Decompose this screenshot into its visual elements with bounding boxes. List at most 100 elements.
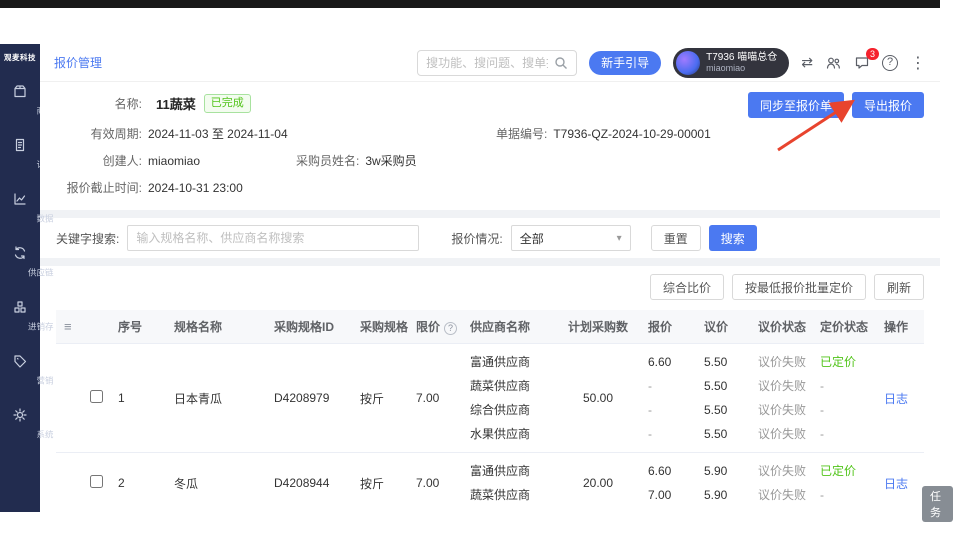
nego-status-cell: 议价失败 xyxy=(750,422,812,453)
blank-strip xyxy=(0,8,940,44)
contacts-icon[interactable] xyxy=(825,55,842,71)
user-account-chip[interactable]: T7936 喵喵总仓 miaomiao xyxy=(673,48,789,78)
sidebar-item-label: 数据 xyxy=(0,211,54,224)
limit-cell: 7.00 xyxy=(408,453,462,513)
expand-cell xyxy=(56,453,82,513)
status-badge: 已完成 xyxy=(204,94,251,113)
avatar xyxy=(676,51,700,75)
switch-account-icon[interactable]: ⇄ xyxy=(801,54,813,71)
quote-cell: - xyxy=(640,398,696,422)
app-logo[interactable]: 观麦科技 xyxy=(3,44,37,73)
log-action-cell: 日志 xyxy=(876,344,924,453)
user-subname: miaomiao xyxy=(706,63,777,73)
period-value: 2024-11-03 至 2024-11-04 xyxy=(148,125,288,142)
deadline-label: 报价截止时间: xyxy=(56,179,142,196)
quote-detail-card: 名称: 11蔬菜 已完成 同步至报价单 导出报价 有效周期: 2024-11-0… xyxy=(40,82,940,210)
sidebar-item-system[interactable]: 系统 xyxy=(0,397,40,451)
nego-cell: 5.50 xyxy=(696,398,750,422)
spec-unit-cell: 按斤 xyxy=(352,453,408,513)
col-header-plan_qty: 计划采购数 xyxy=(556,310,640,344)
col-header-nego_status: 议价状态 xyxy=(750,310,812,344)
supplier-name-cell: 水果供应商 xyxy=(462,422,556,453)
doc-no-label: 单据编号: xyxy=(496,125,547,142)
nego-status-cell: 议价失败 xyxy=(750,374,812,398)
search-input[interactable] xyxy=(426,56,548,70)
table-toolbar: 综合比价 按最低报价批量定价 刷新 xyxy=(56,274,924,300)
keyword-search-input[interactable] xyxy=(127,225,419,251)
spec-unit-cell: 按斤 xyxy=(352,344,408,453)
col-header-price_status: 定价状态 xyxy=(812,310,876,344)
col-header-quote: 报价 xyxy=(640,310,696,344)
breadcrumb[interactable]: 报价管理 xyxy=(54,54,102,71)
supplier-row: 1日本青瓜D4208979按斤7.00富通供应商50.006.605.50议价失… xyxy=(56,344,924,375)
sidebar-item-marketing[interactable]: 营销 xyxy=(0,343,40,397)
page: 观麦科技 商品订单数据供应链进销存营销系统 报价管理 新手引导 xyxy=(0,0,953,553)
task-tab[interactable]: 任务 xyxy=(922,486,953,522)
app-window: 观麦科技 商品订单数据供应链进销存营销系统 报价管理 新手引导 xyxy=(0,0,940,512)
compare-prices-button[interactable]: 综合比价 xyxy=(650,274,724,300)
user-name: T7936 喵喵总仓 xyxy=(706,52,777,64)
supplier-name-cell: 蔬菜供应商 xyxy=(462,374,556,398)
nego-status-cell: 议价失败 xyxy=(750,483,812,512)
period-label: 有效周期: xyxy=(56,125,142,142)
sync-to-quotation-button[interactable]: 同步至报价单 xyxy=(748,92,844,118)
sidebar-item-label: 系统 xyxy=(0,427,54,440)
price-status-cell: - xyxy=(812,483,876,512)
refresh-button[interactable]: 刷新 xyxy=(874,274,924,300)
export-quote-button[interactable]: 导出报价 xyxy=(852,92,924,118)
nego-status-cell: 议价失败 xyxy=(750,344,812,375)
spec-id-cell: D4208944 xyxy=(266,453,352,513)
col-header-supplier: 供应商名称 xyxy=(462,310,556,344)
deadline-value: 2024-10-31 23:00 xyxy=(148,181,243,195)
quote-cell: - xyxy=(640,422,696,453)
col-header-spec_id: 采购规格ID xyxy=(266,310,352,344)
sidebar-item-goods[interactable]: 商品 xyxy=(0,73,40,127)
log-link[interactable]: 日志 xyxy=(884,392,908,406)
nego-cell: 5.50 xyxy=(696,344,750,375)
messages-icon[interactable]: 3 xyxy=(854,55,870,71)
search-icon[interactable] xyxy=(554,56,568,70)
log-action-cell: 日志 xyxy=(876,453,924,513)
quote-name-value: 11蔬菜 xyxy=(156,94,196,113)
expand-all-header[interactable]: ≡ xyxy=(56,310,82,344)
plan-qty-cell: 50.00 xyxy=(556,344,640,453)
select-all-header xyxy=(82,310,110,344)
sidebar-item-supply-chain[interactable]: 供应链 xyxy=(0,235,40,289)
global-search[interactable] xyxy=(417,50,577,76)
batch-lowest-price-button[interactable]: 按最低报价批量定价 xyxy=(732,274,866,300)
browser-top-bar xyxy=(0,0,940,8)
search-button[interactable]: 搜索 xyxy=(709,225,757,251)
more-menu-icon[interactable]: ⋮ xyxy=(910,53,926,73)
filter-bar: 关键字搜索: 报价情况: 全部 ▾ 重置 搜索 xyxy=(40,218,940,258)
row-checkbox[interactable] xyxy=(90,390,103,403)
quote-status-select[interactable]: 全部 ▾ xyxy=(511,225,631,251)
sidebar-item-orders[interactable]: 订单 xyxy=(0,127,40,181)
reset-button[interactable]: 重置 xyxy=(651,225,701,251)
beginner-guide-button[interactable]: 新手引导 xyxy=(589,51,661,75)
supplier-name-cell: 综合供应商 xyxy=(462,398,556,422)
limit-info-icon[interactable]: ? xyxy=(444,322,457,335)
keyword-label: 关键字搜索: xyxy=(56,230,119,247)
sidebar-item-label: 营销 xyxy=(0,373,54,386)
col-header-spec_unit: 采购规格 xyxy=(352,310,408,344)
col-header-limit: 限价? xyxy=(408,310,462,344)
sidebar-item-inventory[interactable]: 进销存 xyxy=(0,289,40,343)
supplier-name-cell: 蔬菜供应商 xyxy=(462,483,556,512)
quote-status-label: 报价情况: xyxy=(451,230,502,247)
doc-no-value: T7936-QZ-2024-10-29-00001 xyxy=(553,127,710,141)
col-header-nego: 议价 xyxy=(696,310,750,344)
col-header-spec_name: 规格名称 xyxy=(166,310,266,344)
quote-table-body: 1日本青瓜D4208979按斤7.00富通供应商50.006.605.50议价失… xyxy=(56,344,924,513)
creator-value: miaomiao xyxy=(148,154,200,168)
system-icon xyxy=(12,407,28,423)
spec-name-cell: 日本青瓜 xyxy=(166,344,266,453)
log-link[interactable]: 日志 xyxy=(884,477,908,491)
supply-chain-icon xyxy=(12,245,28,261)
row-checkbox[interactable] xyxy=(90,475,103,488)
sidebar-item-label: 供应链 xyxy=(0,265,54,278)
help-icon[interactable]: ? xyxy=(882,55,898,71)
quote-table: ≡序号规格名称采购规格ID采购规格限价?供应商名称计划采购数报价议价议价状态定价… xyxy=(56,310,924,512)
seq-cell: 1 xyxy=(110,344,166,453)
sidebar-item-data[interactable]: 数据 xyxy=(0,181,40,235)
inventory-icon xyxy=(12,299,28,315)
